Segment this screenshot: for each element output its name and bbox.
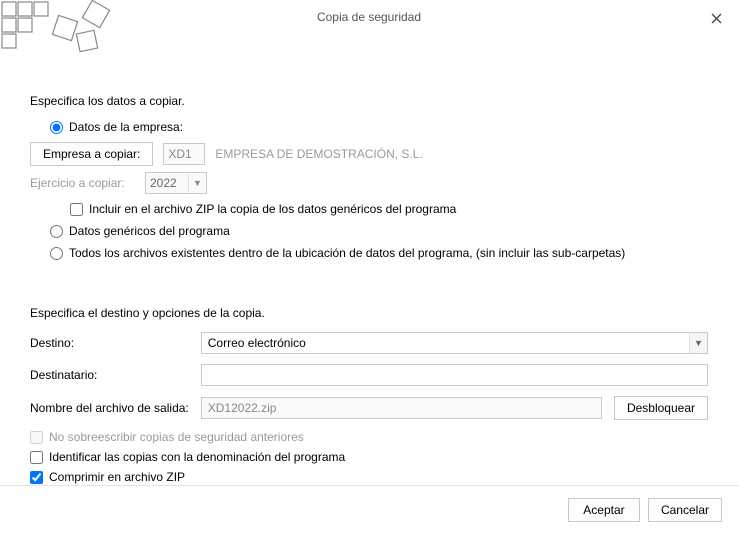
outfile-input: [201, 397, 602, 419]
destination-label: Destino:: [30, 336, 189, 350]
company-code-field: XD1: [163, 143, 205, 165]
chevron-down-icon: ▼: [188, 173, 206, 193]
checkbox-zip-input[interactable]: [30, 471, 43, 484]
checkbox-identify-input[interactable]: [30, 451, 43, 464]
checkbox-include-generic-input[interactable]: [70, 203, 83, 216]
titlebar: Copia de seguridad: [0, 0, 738, 34]
chevron-down-icon: ▼: [689, 333, 707, 353]
section2-header: Especifica el destino y opciones de la c…: [30, 306, 708, 320]
radio-all-files-label: Todos los archivos existentes dentro de …: [69, 246, 625, 260]
accept-button[interactable]: Aceptar: [568, 498, 640, 522]
radio-all-files[interactable]: Todos los archivos existentes dentro de …: [50, 246, 708, 260]
year-to-copy-label: Ejercicio a copiar:: [30, 176, 135, 190]
radio-company-data[interactable]: Datos de la empresa:: [50, 120, 708, 134]
year-select[interactable]: 2022 ▼: [145, 172, 207, 194]
radio-company-label: Datos de la empresa:: [69, 120, 183, 134]
unlock-button[interactable]: Desbloquear: [614, 396, 708, 420]
radio-company-input[interactable]: [50, 121, 63, 134]
radio-generic-data[interactable]: Datos genéricos del programa: [50, 224, 708, 238]
company-name-label: EMPRESA DE DEMOSTRACIÓN, S.L.: [215, 147, 422, 161]
company-to-copy-button[interactable]: Empresa a copiar:: [30, 142, 153, 166]
checkbox-include-generic-label: Incluir en el archivo ZIP la copia de lo…: [89, 202, 456, 216]
checkbox-identify-label: Identificar las copias con la denominaci…: [49, 450, 345, 464]
close-button[interactable]: [704, 6, 728, 30]
dialog-footer: Aceptar Cancelar: [0, 485, 738, 533]
check-identify[interactable]: Identificar las copias con la denominaci…: [30, 450, 708, 464]
section1-header: Especifica los datos a copiar.: [30, 94, 708, 108]
checkbox-no-overwrite-input: [30, 431, 43, 444]
recipient-label: Destinatario:: [30, 368, 189, 382]
radio-generic-input[interactable]: [50, 225, 63, 238]
checkbox-no-overwrite-label: No sobreescribir copias de seguridad ant…: [49, 430, 304, 444]
radio-all-files-input[interactable]: [50, 247, 63, 260]
outfile-label: Nombre del archivo de salida:: [30, 401, 189, 415]
recipient-input[interactable]: [201, 364, 708, 386]
check-no-overwrite: No sobreescribir copias de seguridad ant…: [30, 430, 708, 444]
destination-value: Correo electrónico: [202, 336, 689, 350]
check-include-generic[interactable]: Incluir en el archivo ZIP la copia de lo…: [70, 202, 708, 216]
cancel-button[interactable]: Cancelar: [648, 498, 722, 522]
checkbox-zip-label: Comprimir en archivo ZIP: [49, 470, 185, 484]
window-title: Copia de seguridad: [317, 10, 421, 24]
year-value: 2022: [146, 176, 188, 190]
radio-generic-label: Datos genéricos del programa: [69, 224, 230, 238]
destination-combo[interactable]: Correo electrónico ▼: [201, 332, 708, 354]
check-zip[interactable]: Comprimir en archivo ZIP: [30, 470, 708, 484]
